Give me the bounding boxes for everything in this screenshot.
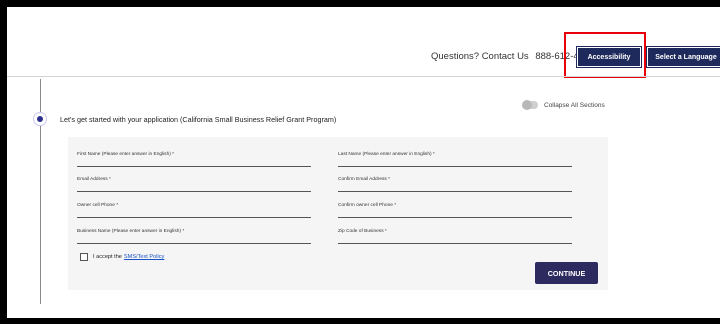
last-name-input[interactable] [338,148,576,168]
first-name-input[interactable] [77,148,315,168]
continue-button[interactable]: CONTINUE [535,262,598,284]
email-input[interactable] [77,173,315,193]
confirm-email-input[interactable] [338,173,576,193]
owner-phone-input[interactable] [77,199,315,219]
application-form: First Name (Please enter answer in Engli… [68,137,608,290]
site-header: Questions? Contact Us 888-612-4370 Acces… [7,7,720,78]
confirm-phone-input[interactable] [338,199,576,219]
toggle-switch-icon[interactable] [522,100,538,110]
sms-policy-row: I accept the SMS/Text Policy [80,253,164,261]
contact-text: Questions? Contact Us [431,51,529,62]
email-field[interactable]: Email Address * [77,173,315,193]
sms-policy-text: I accept the [93,254,122,260]
select-language-button[interactable]: Select a Language [646,46,720,68]
section-title: Let's get started with your application … [60,115,337,124]
business-name-field[interactable]: Business Name (Please enter answer in En… [77,225,315,245]
confirm-email-field[interactable]: Confirm Email Address * [338,173,576,193]
accessibility-highlight-box [564,32,646,78]
last-name-field[interactable]: Last Name (Please enter answer in Englis… [338,148,576,168]
step-indicator-dot [34,113,46,125]
sms-policy-checkbox[interactable] [80,253,88,261]
confirm-phone-field[interactable]: Confirm owner cell Phone * [338,199,576,219]
application-page: Questions? Contact Us 888-612-4370 Acces… [7,7,720,318]
first-name-field[interactable]: First Name (Please enter answer in Engli… [77,148,315,168]
business-name-input[interactable] [77,225,315,245]
collapse-all-label: Collapse All Sections [544,101,605,109]
zip-code-field[interactable]: Zip Code of Business * [338,225,576,245]
sms-policy-link[interactable]: SMS/Text Policy [124,254,164,260]
owner-phone-field[interactable]: Owner cell Phone * [77,199,315,219]
zip-code-input[interactable] [338,225,576,245]
collapse-all-toggle[interactable]: Collapse All Sections [522,100,605,110]
header-divider [7,76,720,77]
